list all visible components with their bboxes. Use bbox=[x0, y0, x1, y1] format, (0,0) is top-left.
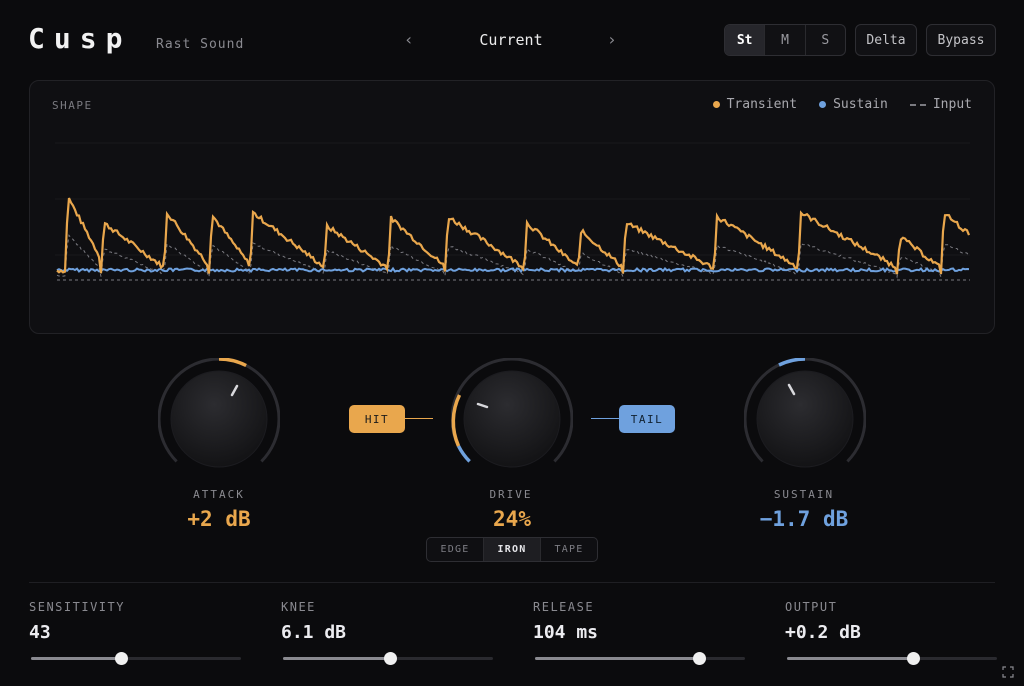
release-slider[interactable] bbox=[535, 652, 745, 665]
divider bbox=[29, 582, 995, 583]
expand-icon[interactable] bbox=[1002, 666, 1014, 678]
sustain-label: SUSTAIN bbox=[773, 488, 835, 501]
vendor-name: Rast Sound bbox=[156, 37, 245, 52]
output-value: +0.2 dB bbox=[785, 622, 861, 643]
sustain-value: −1.7 dB bbox=[759, 507, 849, 531]
preset-name[interactable]: Current bbox=[430, 31, 592, 49]
release-value: 104 ms bbox=[533, 622, 599, 643]
knee-thumb[interactable] bbox=[384, 652, 398, 665]
drive-label: DRIVE bbox=[489, 488, 533, 501]
attack-value: +2 dB bbox=[187, 507, 251, 531]
shape-panel: SHAPE Transient Sustain Input bbox=[29, 80, 995, 334]
sensitivity-slider-block: SENSITIVITY 43 bbox=[29, 600, 241, 665]
input-dash-icon bbox=[909, 103, 926, 106]
bypass-button[interactable]: Bypass bbox=[926, 24, 996, 56]
release-fill bbox=[535, 657, 699, 660]
knee-slider-block: KNEE 6.1 dB bbox=[281, 600, 493, 665]
drive-knob[interactable] bbox=[451, 358, 573, 480]
drive-value: 24% bbox=[493, 507, 531, 531]
tail-connector bbox=[591, 418, 619, 419]
sustain-knob[interactable] bbox=[744, 358, 866, 480]
output-slider-block: OUTPUT +0.2 dB bbox=[785, 600, 997, 665]
saturation-mode-selector: EDGE IRON TAPE bbox=[426, 537, 598, 562]
hit-connector bbox=[405, 418, 433, 419]
legend-transient-label: Transient bbox=[726, 97, 798, 112]
knee-label: KNEE bbox=[281, 600, 316, 614]
saturation-iron-button[interactable]: IRON bbox=[484, 538, 541, 561]
legend-input-label: Input bbox=[932, 97, 972, 112]
plugin-title: Cusp bbox=[28, 22, 132, 55]
legend-sustain: Sustain bbox=[819, 97, 888, 112]
mode-stereo-button[interactable]: St bbox=[725, 25, 766, 55]
attack-knob[interactable] bbox=[158, 358, 280, 480]
sensitivity-value: 43 bbox=[29, 622, 51, 643]
sensitivity-label: SENSITIVITY bbox=[29, 600, 125, 614]
release-slider-block: RELEASE 104 ms bbox=[533, 600, 745, 665]
release-thumb[interactable] bbox=[692, 652, 706, 665]
attack-label: ATTACK bbox=[193, 488, 245, 501]
saturation-edge-button[interactable]: EDGE bbox=[427, 538, 484, 561]
stereo-mode-selector: St M S bbox=[724, 24, 846, 56]
hit-badge[interactable]: HIT bbox=[349, 405, 405, 433]
knee-slider[interactable] bbox=[283, 652, 493, 665]
chevron-left-icon[interactable]: ‹ bbox=[404, 30, 414, 49]
legend-transient: Transient bbox=[712, 97, 798, 112]
output-slider[interactable] bbox=[787, 652, 997, 665]
legend-sustain-label: Sustain bbox=[833, 97, 888, 112]
sensitivity-thumb[interactable] bbox=[115, 652, 129, 665]
delta-button[interactable]: Delta bbox=[855, 24, 917, 56]
legend-input: Input bbox=[909, 97, 972, 112]
shape-legend: Transient Sustain Input bbox=[712, 97, 972, 112]
shape-label: SHAPE bbox=[52, 99, 93, 112]
transient-dot-icon bbox=[712, 101, 720, 108]
sensitivity-slider[interactable] bbox=[31, 652, 241, 665]
sustain-trace bbox=[56, 266, 970, 274]
tail-badge[interactable]: TAIL bbox=[619, 405, 675, 433]
output-fill bbox=[787, 657, 913, 660]
mode-mid-button[interactable]: M bbox=[765, 25, 806, 55]
saturation-tape-button[interactable]: TAPE bbox=[541, 538, 597, 561]
output-thumb[interactable] bbox=[907, 652, 920, 665]
output-label: OUTPUT bbox=[785, 600, 838, 614]
sustain-dot-icon bbox=[819, 101, 827, 108]
knee-value: 6.1 dB bbox=[281, 622, 347, 643]
release-label: RELEASE bbox=[533, 600, 595, 614]
sensitivity-fill bbox=[31, 657, 122, 660]
shape-waveform bbox=[55, 142, 971, 281]
chevron-right-icon[interactable]: › bbox=[607, 30, 617, 49]
mode-side-button[interactable]: S bbox=[806, 25, 845, 55]
knee-fill bbox=[283, 657, 391, 660]
